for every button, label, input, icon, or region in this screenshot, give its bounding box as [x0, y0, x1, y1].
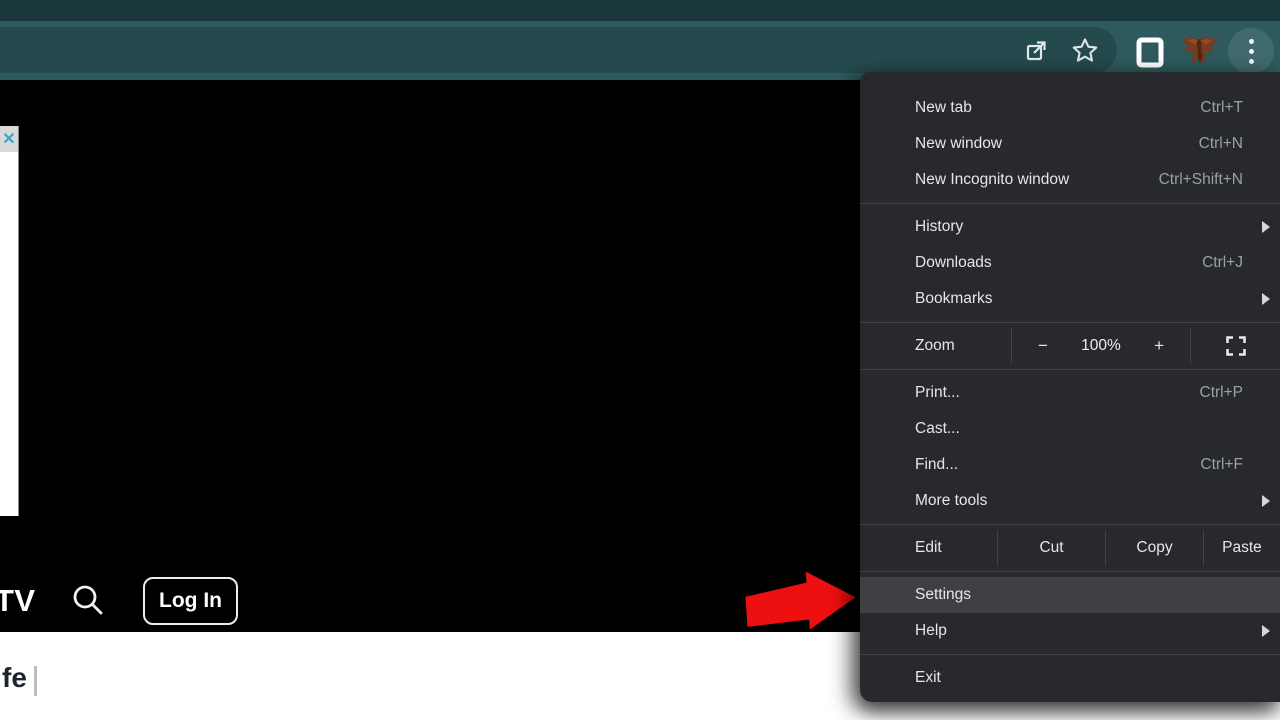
- menu-item-exit[interactable]: Exit: [860, 660, 1280, 696]
- submenu-arrow-icon: [1262, 293, 1270, 305]
- share-icon[interactable]: [1020, 33, 1056, 69]
- menu-separator: [860, 571, 1280, 572]
- cut-button-label: Cut: [1039, 539, 1064, 556]
- login-button-label: Log In: [159, 589, 222, 612]
- cut-button[interactable]: Cut: [997, 530, 1105, 566]
- menu-item-print[interactable]: Print... Ctrl+P: [860, 375, 1280, 411]
- menu-edit-row: Edit Cut Copy Paste: [860, 530, 1280, 566]
- menu-item-label: Downloads: [915, 254, 992, 271]
- menu-item-new-tab[interactable]: New tab Ctrl+T: [860, 90, 1280, 126]
- menu-item-shortcut: Ctrl+J: [1202, 254, 1243, 271]
- menu-item-label: New window: [915, 135, 1003, 152]
- menu-item-shortcut: Ctrl+F: [1200, 456, 1243, 473]
- side-panel-icon[interactable]: [1134, 35, 1166, 69]
- menu-zoom-row: Zoom − 100% +: [860, 328, 1280, 364]
- submenu-arrow-icon: [1262, 221, 1270, 233]
- bookmark-star-icon[interactable]: [1068, 34, 1102, 68]
- three-dot-menu-icon[interactable]: [1228, 28, 1274, 74]
- menu-item-downloads[interactable]: Downloads Ctrl+J: [860, 245, 1280, 281]
- menu-dot: [1248, 38, 1254, 44]
- menu-separator: [860, 654, 1280, 655]
- zoom-out-button[interactable]: −: [1038, 336, 1048, 356]
- popup-panel: ✕: [0, 126, 19, 516]
- menu-item-shortcut: Ctrl+P: [1199, 384, 1244, 401]
- login-button[interactable]: Log In: [143, 577, 238, 625]
- menu-item-find[interactable]: Find... Ctrl+F: [860, 447, 1280, 483]
- menu-separator: [860, 203, 1280, 204]
- menu-item-cast[interactable]: Cast...: [860, 411, 1280, 447]
- copy-button[interactable]: Copy: [1105, 530, 1203, 566]
- submenu-arrow-icon: [1262, 625, 1270, 637]
- menu-item-new-window[interactable]: New window Ctrl+N: [860, 126, 1280, 162]
- menu-item-label: Help: [915, 622, 947, 639]
- menu-item-label: Print...: [915, 384, 960, 401]
- fullscreen-icon: [1225, 336, 1246, 356]
- menu-item-more-tools[interactable]: More tools: [860, 483, 1280, 519]
- browser-window: ✕ TV Log In fe New tab Ctrl+T New window…: [0, 0, 1280, 720]
- fullscreen-button[interactable]: [1191, 328, 1280, 364]
- menu-item-shortcut: Ctrl+Shift+N: [1158, 171, 1243, 188]
- edit-label: Edit: [915, 539, 942, 556]
- menu-item-label: New tab: [915, 99, 972, 116]
- menu-item-label: Cast...: [915, 420, 960, 437]
- menu-item-new-incognito-window[interactable]: New Incognito window Ctrl+Shift+N: [860, 162, 1280, 198]
- menu-item-label: Settings: [915, 586, 972, 603]
- profile-avatar[interactable]: [1179, 30, 1221, 72]
- menu-item-label: Exit: [915, 669, 941, 686]
- menu-item-label: Bookmarks: [915, 290, 993, 307]
- zoom-controls: − 100% +: [1011, 328, 1191, 364]
- popup-close-icon[interactable]: ✕: [2, 129, 15, 149]
- red-arrow-annotation: [744, 567, 860, 642]
- menu-item-label: More tools: [915, 492, 988, 509]
- search-icon[interactable]: [68, 581, 108, 621]
- zoom-label: Zoom: [915, 337, 955, 354]
- menu-item-bookmarks[interactable]: Bookmarks: [860, 281, 1280, 317]
- zoom-level-value: 100%: [1081, 337, 1121, 354]
- menu-item-shortcut: Ctrl+N: [1198, 135, 1243, 152]
- menu-item-help[interactable]: Help: [860, 613, 1280, 649]
- menu-item-label: History: [915, 218, 964, 235]
- menu-item-history[interactable]: History: [860, 209, 1280, 245]
- menu-dot: [1248, 58, 1254, 64]
- paste-button-label: Paste: [1222, 539, 1262, 556]
- menu-dot: [1248, 48, 1254, 54]
- menu-item-settings[interactable]: Settings: [860, 577, 1280, 613]
- menu-separator: [860, 524, 1280, 525]
- zoom-in-button[interactable]: +: [1154, 336, 1164, 356]
- submenu-arrow-icon: [1262, 495, 1270, 507]
- paste-button[interactable]: Paste: [1203, 530, 1280, 566]
- zoom-label-cell: Zoom: [860, 328, 1011, 364]
- menu-item-label: New Incognito window: [915, 171, 1070, 188]
- footer-divider: [34, 666, 37, 696]
- address-bar[interactable]: [0, 27, 1117, 73]
- popup-header: ✕: [0, 126, 18, 152]
- footer-text-fragment: fe: [2, 662, 27, 693]
- tab-strip: [0, 0, 1280, 21]
- edit-label-cell: Edit: [860, 530, 997, 566]
- menu-separator: [860, 322, 1280, 323]
- copy-button-label: Copy: [1136, 539, 1173, 556]
- site-logo-tv[interactable]: TV: [0, 583, 36, 619]
- menu-item-label: Find...: [915, 456, 959, 473]
- menu-separator: [860, 369, 1280, 370]
- browser-menu-dropdown: New tab Ctrl+T New window Ctrl+N New Inc…: [860, 72, 1280, 702]
- menu-item-shortcut: Ctrl+T: [1200, 99, 1243, 116]
